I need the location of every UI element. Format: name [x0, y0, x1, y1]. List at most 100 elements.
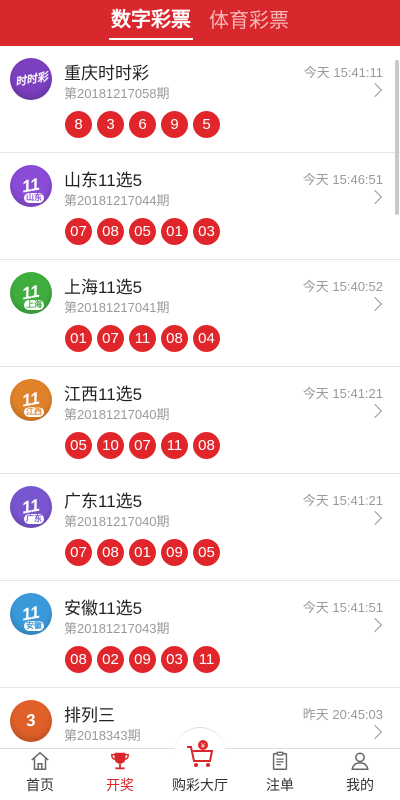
- draw-time: 今天 15:46:51: [302, 172, 383, 187]
- tab-sports-lottery[interactable]: 体育彩票: [207, 9, 291, 39]
- lottery-logo-region: 广东: [24, 514, 44, 524]
- chevron-right-icon[interactable]: [367, 82, 383, 98]
- lottery-row[interactable]: 时时彩 重庆时时彩第20181217058期 今天 15:41:11 8 3 6 9 5: [0, 46, 400, 153]
- number-ball: 09: [161, 539, 188, 566]
- lottery-name: 安徽11选5: [64, 599, 143, 618]
- lottery-issue: 第20181217058期: [64, 86, 170, 101]
- number-ball: 08: [65, 646, 92, 673]
- lottery-logo: 11 山东: [10, 165, 52, 207]
- lottery-issue: 第20181217041期: [64, 300, 170, 315]
- nav-home[interactable]: 首页: [0, 749, 80, 800]
- nav-home-label: 首页: [26, 777, 54, 793]
- number-ball: 3: [97, 111, 124, 138]
- number-ball: 01: [161, 218, 188, 245]
- draw-time: 今天 15:40:52: [302, 279, 383, 294]
- number-ball: 09: [129, 646, 156, 673]
- number-ball: 02: [97, 646, 124, 673]
- lottery-issue: 第20181217043期: [64, 621, 170, 636]
- number-ball: 05: [129, 218, 156, 245]
- number-ball: 01: [65, 325, 92, 352]
- lottery-logo: 11 江西: [10, 379, 52, 421]
- chevron-right-icon[interactable]: [367, 403, 383, 419]
- lottery-results-list: 时时彩 重庆时时彩 第20181217058期 今天 15:41:11 8 3 6 9 5 11 山…: [0, 46, 400, 748]
- lottery-logo: 11 安徽: [10, 593, 52, 635]
- number-ball: 11: [129, 325, 156, 352]
- winning-numbers: 83695: [65, 111, 220, 138]
- nav-orders[interactable]: 注单: [240, 749, 320, 800]
- lottery-issue: 第2018343期: [64, 728, 141, 743]
- scrollbar[interactable]: [395, 60, 399, 215]
- cart-icon: ¥: [187, 739, 214, 767]
- lottery-issue: 第20181217044期: [64, 193, 170, 208]
- lottery-row[interactable]: 11 上海 上海11选5 第20181217041期 今天 15:40:52 01 07 11…: [0, 260, 400, 367]
- number-ball: 5: [193, 111, 220, 138]
- lottery-logo-region: 安徽: [24, 621, 44, 631]
- lottery-logo: 11 上海: [10, 272, 52, 314]
- number-ball: 01: [129, 539, 156, 566]
- lottery-name: 山东11选5: [64, 171, 143, 190]
- number-ball: 08: [97, 539, 124, 566]
- draw-time: 昨天 20:45:03: [302, 707, 383, 722]
- lottery-logo-region: 江西: [24, 407, 44, 417]
- svg-text:¥: ¥: [201, 742, 206, 750]
- number-ball: 11: [193, 646, 220, 673]
- number-ball: 07: [65, 539, 92, 566]
- lottery-name: 广东11选5: [64, 492, 143, 511]
- number-ball: 04: [193, 325, 220, 352]
- lottery-issue: 第20181217040期: [64, 407, 170, 422]
- trophy-icon: [111, 752, 129, 770]
- number-ball: 07: [129, 432, 156, 459]
- number-ball: 10: [97, 432, 124, 459]
- number-ball: 05: [65, 432, 92, 459]
- nav-mine[interactable]: 我的: [320, 749, 400, 800]
- lottery-row[interactable]: 11 广东 广东11选5 第20181217040期 今天 15:41:21 07 08 01…: [0, 474, 400, 581]
- lottery-logo-text: 3: [24, 710, 38, 731]
- top-tab-bar: 数字彩票 体育彩票: [0, 0, 400, 46]
- number-ball: 05: [193, 539, 220, 566]
- user-icon: [351, 752, 369, 770]
- lottery-logo: 时时彩: [10, 58, 52, 100]
- tab-digital-lottery[interactable]: 数字彩票: [109, 8, 193, 40]
- winning-numbers: 05 10 07 11 08: [65, 432, 220, 459]
- number-ball: 03: [161, 646, 188, 673]
- winning-numbers: 07 08 05 01 03: [65, 218, 220, 245]
- number-ball: 08: [161, 325, 188, 352]
- lottery-issue: 第20181217040期: [64, 514, 170, 529]
- bottom-nav: 首页 开奖 ¥ 购彩大厅 注单 我的: [0, 727, 400, 800]
- draw-time: 今天 15:41:51: [302, 600, 383, 615]
- clipboard-icon: [272, 751, 288, 770]
- nav-lottery-hall[interactable]: ¥ 购彩大厅: [160, 727, 240, 800]
- chevron-right-icon[interactable]: [367, 296, 383, 312]
- lottery-logo-region: 山东: [24, 193, 44, 203]
- lottery-name: 江西11选5: [64, 385, 143, 404]
- lottery-logo: 11 广东: [10, 486, 52, 528]
- nav-results[interactable]: 开奖: [80, 749, 160, 800]
- lottery-name: 上海11选5: [64, 278, 143, 297]
- number-ball: 9: [161, 111, 188, 138]
- chevron-right-icon[interactable]: [367, 724, 383, 740]
- cart-bubble[interactable]: ¥: [174, 727, 226, 779]
- draw-time: 今天 15:41:21: [302, 386, 383, 401]
- draw-time: 今天 15:41:21: [302, 493, 383, 508]
- number-ball: 08: [97, 218, 124, 245]
- nav-orders-label: 注单: [266, 777, 294, 793]
- number-ball: 11: [161, 432, 188, 459]
- nav-mine-label: 我的: [346, 777, 374, 793]
- winning-numbers: 01 07 11 08 04: [65, 325, 220, 352]
- home-icon: [31, 751, 49, 770]
- lottery-logo-text: 时时彩: [13, 71, 49, 89]
- lottery-name: 重庆时时彩: [64, 64, 149, 83]
- chevron-right-icon[interactable]: [367, 189, 383, 205]
- lottery-row[interactable]: 11 安徽 安徽11选5 第20181217043期 今天 15:41:51 08 02 09…: [0, 581, 400, 688]
- chevron-right-icon[interactable]: [367, 617, 383, 633]
- number-ball: 07: [65, 218, 92, 245]
- lottery-row[interactable]: 11 山东 山东11选5 第20181217044期 今天 15:46:51 07 08 05…: [0, 153, 400, 260]
- number-ball: 07: [97, 325, 124, 352]
- lottery-row[interactable]: 11 江西 江西11选5 第20181217040期 今天 15:41:21 05 10 07…: [0, 367, 400, 474]
- lottery-name: 排列三: [64, 706, 115, 725]
- chevron-right-icon[interactable]: [367, 510, 383, 526]
- number-ball: 03: [193, 218, 220, 245]
- winning-numbers: 07 08 01 09 05: [65, 539, 220, 566]
- winning-numbers: 08 02 09 03 11: [65, 646, 220, 673]
- draw-time: 今天 15:41:11: [303, 65, 383, 80]
